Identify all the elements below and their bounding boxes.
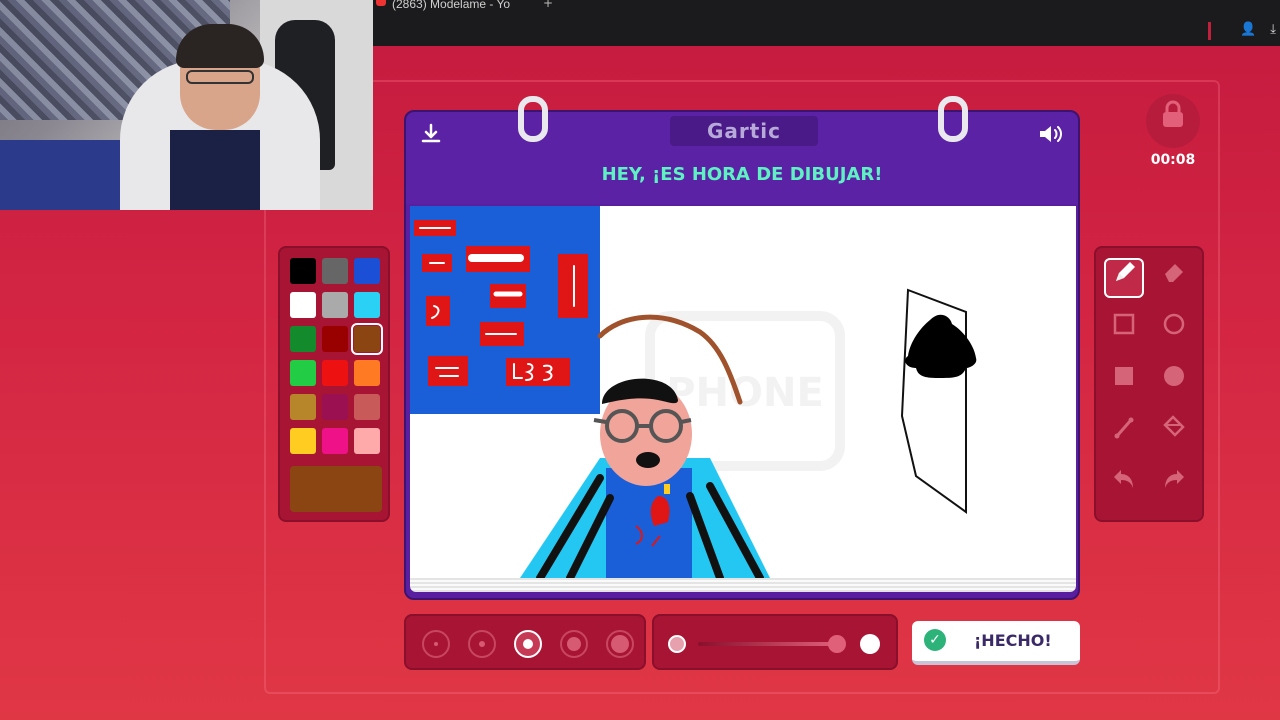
color-swatch[interactable] [354,360,380,386]
browser-accent [1208,22,1211,40]
notebook-ring-left [518,96,548,142]
tool-panel [1094,246,1204,522]
webcam-glasses [186,70,254,84]
notebook-header: Gartic HEY, ¡ES HORA DE DIBUJAR! [406,112,1078,204]
notebook-ring-right [938,96,968,142]
rect-filled-icon[interactable] [1104,362,1144,402]
color-swatch[interactable] [354,394,380,420]
eraser-icon[interactable] [1154,258,1194,298]
volume-icon[interactable] [1036,122,1066,152]
redo-icon[interactable] [1154,466,1194,506]
color-swatch[interactable] [322,326,348,352]
color-swatch[interactable] [290,292,316,318]
brush-size-5[interactable] [606,630,634,658]
color-swatch[interactable] [290,428,316,454]
lock-icon [1146,94,1200,148]
svg-text:PHONE: PHONE [666,370,824,416]
drawing-canvas[interactable]: PHONE [410,206,1076,578]
person-icon[interactable]: 👤 [1240,22,1256,37]
color-swatch[interactable] [354,292,380,318]
color-swatch[interactable] [322,360,348,386]
color-swatch[interactable] [354,258,380,284]
browser-toolbar: 👤 ⤓ [1240,22,1276,37]
new-tab-icon[interactable]: + [543,0,553,10]
draw-prompt: HEY, ¡ES HORA DE DIBUJAR! [601,164,883,185]
color-palette [278,246,390,522]
color-swatch[interactable] [351,323,383,355]
fill-bucket-icon[interactable] [1154,414,1194,454]
game-logo: Gartic [670,116,818,146]
color-swatch[interactable] [322,394,348,420]
color-swatch[interactable] [290,258,316,284]
mouth [636,452,660,468]
undo-icon[interactable] [1104,466,1144,506]
notebook-page-edge [410,578,1076,592]
circle-outline-icon[interactable] [1154,310,1194,350]
brush-size-2[interactable] [468,630,496,658]
opacity-track[interactable] [698,642,838,646]
brush-size-panel [404,614,646,670]
opacity-low-knob[interactable] [668,635,686,653]
logo-text: Gartic [706,119,782,143]
check-icon: ✓ [924,629,946,651]
opacity-panel [652,614,898,670]
color-swatch[interactable] [290,394,316,420]
pencil-icon[interactable] [1104,258,1144,298]
download-drawing-icon[interactable] [416,122,446,152]
color-swatch[interactable] [322,428,348,454]
drawing-svg: PHONE [410,206,977,578]
download-icon[interactable]: ⤓ [1270,22,1276,37]
color-swatch[interactable] [290,326,316,352]
current-color-preview [290,466,382,512]
drawing-notebook: Gartic HEY, ¡ES HORA DE DIBUJAR! PHONE [404,96,1080,600]
webcam-hair [176,24,264,68]
circle-filled-icon[interactable] [1154,362,1194,402]
brush-size-4[interactable] [560,630,588,658]
collar [664,484,670,494]
color-swatch[interactable] [322,258,348,284]
tab-audio-indicator [376,0,386,6]
color-swatch[interactable] [322,292,348,318]
rect-outline-icon[interactable] [1104,310,1144,350]
color-swatch[interactable] [354,428,380,454]
done-label: ¡HECHO! [974,631,1052,650]
webcam-shirt [170,130,260,210]
done-button[interactable]: ✓ ¡HECHO! [912,621,1080,665]
brush-size-1[interactable] [422,630,450,658]
color-swatch[interactable] [290,360,316,386]
line-icon[interactable] [1104,414,1144,454]
browser-tab-title[interactable]: (2863) Modelame - Yo [392,0,510,11]
countdown-timer: 00:08 [1150,152,1196,168]
webcam-overlay [0,0,373,210]
opacity-full-knob[interactable] [860,634,880,654]
brush-size-3[interactable] [514,630,542,658]
opacity-mid-knob[interactable] [828,635,846,653]
